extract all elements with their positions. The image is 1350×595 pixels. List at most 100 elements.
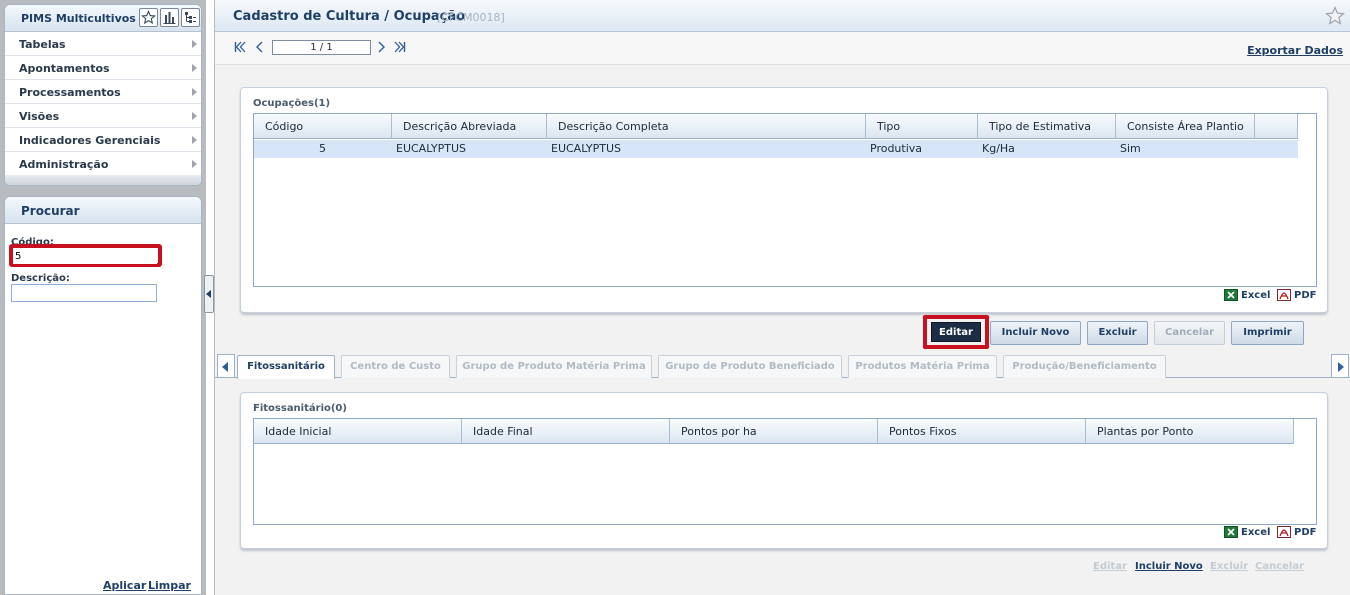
ocupacoes-title: Ocupações(1) xyxy=(253,98,331,109)
previous-page-icon[interactable] xyxy=(255,41,265,56)
search-title: Procurar xyxy=(21,204,80,218)
excel-label: Excel xyxy=(1241,527,1271,538)
column-header-pontos-fixos[interactable]: Pontos Fixos xyxy=(878,419,1086,444)
tab-grupo-produto-beneficiado[interactable]: Grupo de Produto Beneficiado xyxy=(658,355,842,378)
first-page-icon[interactable] xyxy=(234,41,246,56)
chevron-right-icon xyxy=(192,40,197,48)
pdf-icon xyxy=(1277,289,1291,301)
favorite-star-icon[interactable] xyxy=(1324,6,1346,29)
cell-descricao-abreviada: EUCALYPTUS xyxy=(396,142,466,155)
pdf-export-button[interactable]: PDF xyxy=(1277,289,1316,301)
tab-produtos-materia-prima[interactable]: Produtos Matéria Prima xyxy=(848,355,997,378)
column-header-pontos-por-ha[interactable]: Pontos por ha xyxy=(670,419,878,444)
ocupacoes-panel: Ocupações(1) Código Descrição Abreviada … xyxy=(240,87,1328,313)
print-button[interactable]: Imprimir xyxy=(1231,321,1304,345)
column-header-tipo-estimativa[interactable]: Tipo de Estimativa xyxy=(978,114,1116,139)
sidebar-collapse-handle[interactable] xyxy=(204,275,214,313)
tree-list-icon[interactable] xyxy=(181,8,200,27)
menu-item-apontamentos[interactable]: Apontamentos xyxy=(5,56,201,80)
pdf-label: PDF xyxy=(1294,290,1317,301)
favorites-star-icon[interactable] xyxy=(139,8,158,27)
sub-delete-link[interactable]: Excluir xyxy=(1210,561,1248,572)
delete-button[interactable]: Excluir xyxy=(1087,321,1148,345)
fitossanitario-title: Fitossanitário(0) xyxy=(253,403,347,414)
descricao-label: Descrição: xyxy=(11,273,70,284)
cell-tipo-estimativa: Kg/Ha xyxy=(982,142,1015,155)
search-panel: Procurar Código: Descrição: Aplicar Limp… xyxy=(4,196,202,595)
menu-item-label: Visões xyxy=(19,110,60,123)
chevron-right-icon xyxy=(1338,362,1344,372)
sub-edit-link[interactable]: Editar xyxy=(1093,561,1127,572)
tab-scroll-right-button[interactable] xyxy=(1331,354,1349,378)
pagination-bar: 1 / 1 Exportar Dados xyxy=(215,32,1350,65)
ocupacoes-grid: Código Descrição Abreviada Descrição Com… xyxy=(253,113,1317,287)
column-header-codigo[interactable]: Código xyxy=(254,114,392,139)
column-header-descricao-completa[interactable]: Descrição Completa xyxy=(547,114,866,139)
edit-button[interactable]: Editar xyxy=(931,322,981,342)
excel-export-button[interactable]: Excel xyxy=(1224,289,1270,301)
fitossanitario-grid-header: Idade Inicial Idade Final Pontos por ha … xyxy=(254,419,1294,444)
apply-link[interactable]: Aplicar xyxy=(103,579,146,592)
chevron-right-icon xyxy=(192,64,197,72)
tab-centro-de-custo[interactable]: Centro de Custo xyxy=(341,355,450,378)
column-header-idade-final[interactable]: Idade Final xyxy=(462,419,670,444)
menu-item-administracao[interactable]: Administração xyxy=(5,152,201,176)
menu-item-visoes[interactable]: Visões xyxy=(5,104,201,128)
fitossanitario-panel: Fitossanitário(0) Idade Inicial Idade Fi… xyxy=(240,392,1328,549)
page-number-input[interactable]: 1 / 1 xyxy=(272,40,371,55)
excel-icon xyxy=(1224,289,1238,301)
page-code: [CFCM0018] xyxy=(437,11,505,24)
add-new-button[interactable]: Incluir Novo xyxy=(990,321,1081,345)
tab-fitossanitario[interactable]: Fitossanitário xyxy=(237,355,335,379)
cell-consiste-area-plantio: Sim xyxy=(1120,142,1141,155)
tab-strip: Fitossanitário Centro de Custo Grupo de … xyxy=(215,354,1350,379)
app-title: PIMS Multicultivos xyxy=(21,12,136,25)
main-content: Cadastro de Cultura / Ocupação [CFCM0018… xyxy=(214,0,1350,595)
column-header-plantas-por-ponto[interactable]: Plantas por Ponto xyxy=(1086,419,1294,444)
chevron-left-icon xyxy=(222,362,228,372)
codigo-input[interactable] xyxy=(13,249,157,264)
column-header-spacer xyxy=(1255,114,1298,139)
search-header: Procurar xyxy=(5,197,201,224)
export-data-link[interactable]: Exportar Dados xyxy=(1247,44,1343,57)
last-page-icon[interactable] xyxy=(394,41,406,56)
navigation-footer xyxy=(5,175,201,185)
chevron-right-icon xyxy=(192,112,197,120)
menu-item-tabelas[interactable]: Tabelas xyxy=(5,32,201,56)
navigation-header: PIMS Multicultivos xyxy=(5,5,201,32)
pdf-export-button[interactable]: PDF xyxy=(1277,526,1316,538)
column-header-consiste-area-plantio[interactable]: Consiste Área Plantio xyxy=(1116,114,1255,139)
tab-producao-beneficiamento[interactable]: Produção/Beneficiamento xyxy=(1003,355,1166,378)
excel-label: Excel xyxy=(1241,290,1271,301)
navigation-panel: PIMS Multicultivos Tabelas Apontamentos … xyxy=(4,4,202,186)
clear-link[interactable]: Limpar xyxy=(148,579,191,592)
cell-codigo: 5 xyxy=(319,142,326,155)
chevron-right-icon xyxy=(192,160,197,168)
sub-add-new-link[interactable]: Incluir Novo xyxy=(1135,561,1203,572)
cancel-button[interactable]: Cancelar xyxy=(1154,321,1225,345)
excel-export-button[interactable]: Excel xyxy=(1224,526,1270,538)
excel-icon xyxy=(1224,526,1238,538)
column-header-idade-inicial[interactable]: Idade Inicial xyxy=(254,419,462,444)
pdf-icon xyxy=(1277,526,1291,538)
table-row[interactable]: 5 EUCALYPTUS EUCALYPTUS Produtiva Kg/Ha … xyxy=(254,140,1298,158)
descricao-input[interactable] xyxy=(11,284,157,302)
cell-tipo: Produtiva xyxy=(870,142,923,155)
collapse-left-icon xyxy=(206,290,211,298)
next-page-icon[interactable] xyxy=(376,41,386,56)
menu-item-processamentos[interactable]: Processamentos xyxy=(5,80,201,104)
tab-grupo-produto-materia-prima[interactable]: Grupo de Produto Matéria Prima xyxy=(456,355,652,378)
menu-item-label: Processamentos xyxy=(19,86,121,99)
menu-item-label: Administração xyxy=(19,158,109,171)
left-sidebar: PIMS Multicultivos Tabelas Apontamentos … xyxy=(0,0,206,595)
menu-item-label: Indicadores Gerenciais xyxy=(19,134,161,147)
bar-chart-icon[interactable] xyxy=(160,8,179,27)
cell-descricao-completa: EUCALYPTUS xyxy=(551,142,621,155)
sub-cancel-link[interactable]: Cancelar xyxy=(1255,561,1304,572)
column-header-descricao-abreviada[interactable]: Descrição Abreviada xyxy=(392,114,547,139)
menu-item-label: Apontamentos xyxy=(19,62,110,75)
ocupacoes-grid-header: Código Descrição Abreviada Descrição Com… xyxy=(254,114,1298,139)
menu-item-indicadores-gerenciais[interactable]: Indicadores Gerenciais xyxy=(5,128,201,152)
tab-scroll-left-button[interactable] xyxy=(217,354,235,378)
column-header-tipo[interactable]: Tipo xyxy=(866,114,978,139)
